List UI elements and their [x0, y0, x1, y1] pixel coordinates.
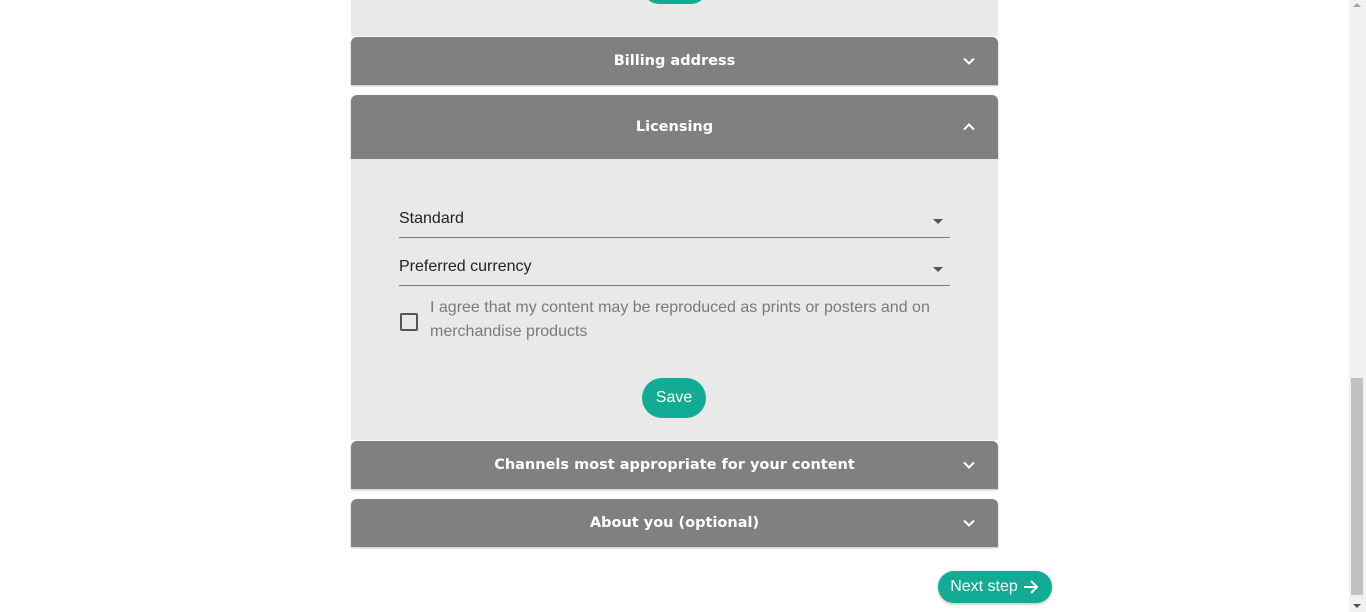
chevron-down-icon — [963, 461, 975, 469]
save-button[interactable]: Save — [642, 378, 706, 418]
page: Billing address Licensing Standard Prefe… — [0, 0, 1366, 612]
accordion-header-about[interactable]: About you (optional) — [351, 499, 998, 547]
next-step-button[interactable]: Next step — [938, 571, 1052, 603]
chevron-up-icon — [963, 123, 975, 131]
previous-section-panel — [351, 0, 998, 36]
chevron-down-icon — [963, 57, 975, 65]
scroll-up-icon[interactable] — [1353, 3, 1361, 7]
accordion-header-billing[interactable]: Billing address — [351, 37, 998, 85]
dropdown-caret-icon — [933, 267, 943, 272]
accordion-title-about: About you (optional) — [589, 515, 760, 531]
dropdown-caret-icon — [933, 219, 943, 224]
agree-merchandise-label: I agree that my content may be reproduce… — [430, 299, 930, 340]
accordion-title-billing: Billing address — [613, 53, 736, 69]
preferred-currency-select[interactable]: Preferred currency — [399, 255, 950, 286]
previous-save-button[interactable] — [643, 0, 707, 4]
accordion-header-channels[interactable]: Channels most appropriate for your conte… — [351, 441, 998, 489]
scroll-down-icon[interactable] — [1353, 604, 1361, 608]
agree-merchandise-checkbox[interactable] — [400, 313, 418, 331]
license-type-value: Standard — [399, 210, 464, 227]
accordion-title-licensing: Licensing — [635, 119, 714, 135]
accordion-title-channels: Channels most appropriate for your conte… — [494, 457, 855, 473]
scrollbar-thumb[interactable] — [1351, 378, 1363, 595]
license-type-select[interactable]: Standard — [399, 207, 950, 238]
chevron-down-icon — [963, 519, 975, 527]
next-step-label: Next step — [950, 578, 1018, 595]
arrow-right-icon — [1023, 580, 1039, 594]
accordion-header-licensing[interactable]: Licensing — [351, 95, 998, 159]
page-scrollbar[interactable] — [1349, 0, 1366, 612]
preferred-currency-value: Preferred currency — [399, 258, 532, 275]
licensing-panel: Standard Preferred currency I agree that… — [351, 159, 998, 440]
